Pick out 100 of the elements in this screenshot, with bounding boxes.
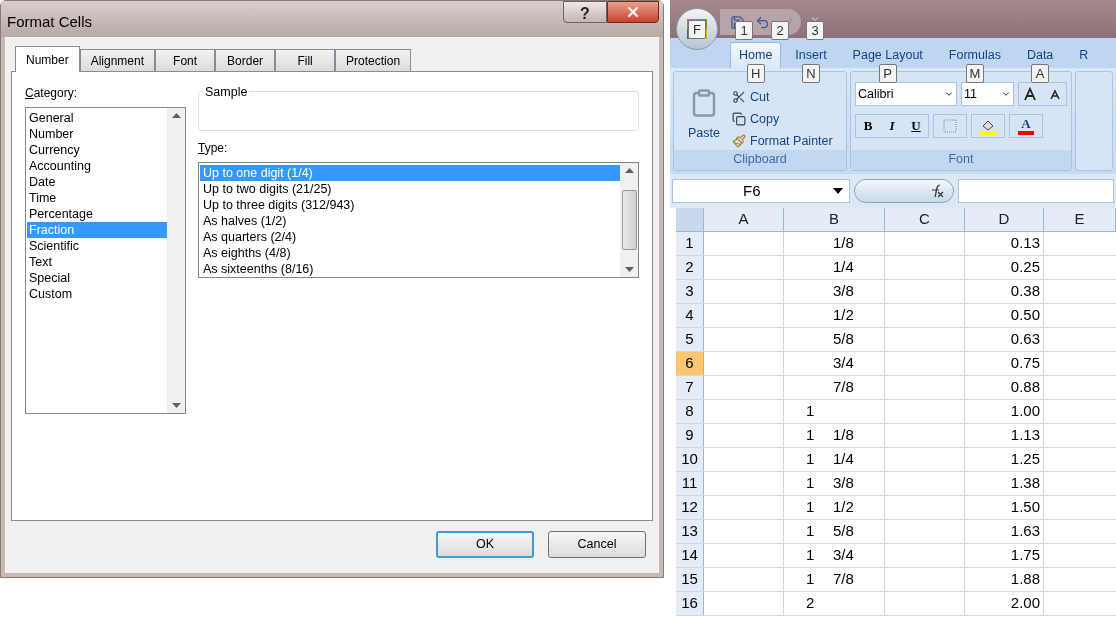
cut-button[interactable]: Cut [732,88,833,107]
category-item[interactable]: Time [27,190,167,206]
category-item[interactable]: General [27,110,167,126]
category-item[interactable]: Currency [27,142,167,158]
category-item[interactable]: Custom [27,286,167,302]
dialog-button[interactable]: OK [436,531,534,558]
group-label: Font [851,150,1071,170]
table-cell: 1.25 [965,448,1044,471]
table-cell: 0.88 [965,376,1044,399]
type-item[interactable]: As quarters (2/4) [200,229,620,245]
underline-button[interactable]: U [904,116,928,136]
category-item[interactable]: Number [27,126,167,142]
format-painter-button[interactable]: Format Painter [732,131,833,151]
font-color-button[interactable]: A [1009,114,1043,138]
scrollbar[interactable] [620,163,638,277]
scroll-thumb[interactable] [621,190,637,250]
type-item[interactable]: As eighths (4/8) [200,245,620,261]
copy-icon [732,112,746,127]
copy-button[interactable]: Copy [732,109,833,129]
column-header[interactable]: E [1044,208,1116,231]
type-item[interactable]: As sixteenths (8/16) [200,261,620,277]
grow-shrink-buttons[interactable] [1018,82,1067,106]
type-item[interactable]: As halves (1/2) [200,213,620,229]
bold-button[interactable]: B [856,116,880,136]
row-header[interactable]: 13 [676,520,704,543]
category-item[interactable]: Scientific [27,238,167,254]
dropdown-icon [944,89,954,99]
row-header[interactable]: 15 [676,568,704,591]
scroll-up-icon[interactable] [624,168,634,173]
font-color-bar [1018,131,1034,135]
ribbon-tab[interactable]: Home [730,42,782,68]
dialog-button[interactable]: Cancel [548,531,646,558]
name-box[interactable]: F6 [672,179,850,203]
row-header[interactable]: 4 [676,304,704,327]
table-cell: 1.50 [965,496,1044,519]
formula-field[interactable] [958,179,1114,203]
help-button[interactable]: ? [563,1,607,23]
dialog-tab[interactable]: Font [155,49,216,71]
table-cell: 0.13 [965,232,1044,255]
scroll-up-icon[interactable] [171,113,181,118]
table-cell: 0.38 [965,280,1044,303]
dialog-tab[interactable]: Protection [335,49,412,71]
dialog-tab[interactable]: Number [15,46,80,72]
table-cell: 1 3/8 [784,472,885,495]
type-item[interactable]: Up to three digits (312/943) [200,197,620,213]
row-header[interactable]: 8 [676,400,704,423]
close-icon [625,4,641,20]
table-cell: 7/8 [784,376,885,399]
row-header[interactable]: 7 [676,376,704,399]
category-item[interactable]: Special [27,270,167,286]
paste-button[interactable]: Paste [680,88,728,151]
row-header[interactable]: 16 [676,592,704,615]
italic-button[interactable]: I [880,116,904,136]
row-header[interactable]: 5 [676,328,704,351]
function-icon [929,184,945,198]
row-header[interactable]: 11 [676,472,704,495]
dialog-tab[interactable]: Border [215,49,276,71]
dialog-tab[interactable]: Alignment [79,49,156,71]
row-header[interactable]: 9 [676,424,704,447]
fill-color-button[interactable] [971,114,1005,138]
table-cell: 0.50 [965,304,1044,327]
table-cell: 5/8 [784,328,885,351]
table-cell: 1 5/8 [784,520,885,543]
font-size-field[interactable]: 11 [961,82,1014,106]
category-item[interactable]: Percentage [27,206,167,222]
dropdown-icon [833,188,843,194]
ribbon-tab[interactable]: R [1071,42,1097,68]
close-button[interactable] [607,1,659,23]
table-cell: 2.00 [965,592,1044,615]
row-header[interactable]: 1 [676,232,704,255]
row-header[interactable]: 12 [676,496,704,519]
row-header[interactable]: 3 [676,280,704,303]
type-item[interactable]: Up to two digits (21/25) [200,181,620,197]
column-header[interactable]: D [965,208,1044,231]
column-header[interactable]: B [784,208,885,231]
row-header[interactable]: 14 [676,544,704,567]
font-name-field[interactable]: Calibri [855,82,957,106]
row-header[interactable]: 6 [676,352,704,375]
row-header[interactable]: 2 [676,256,704,279]
table-cell: 0.75 [965,352,1044,375]
category-item[interactable]: Accounting [27,158,167,174]
keytip-badge: N [801,64,820,83]
scrollbar[interactable] [167,108,185,413]
insert-function-button[interactable] [854,179,954,203]
table-cell: 1.63 [965,520,1044,543]
scroll-down-icon[interactable] [171,403,181,408]
column-header[interactable]: C [885,208,965,231]
column-header[interactable]: A [704,208,784,231]
table-cell: 1 [784,400,885,423]
table-cell: 1.13 [965,424,1044,447]
category-item[interactable]: Text [27,254,167,270]
category-label: Category: [25,85,79,102]
paintbrush-icon [732,133,746,148]
table-cell: 1/4 [784,256,885,279]
row-header[interactable]: 10 [676,448,704,471]
scroll-down-icon[interactable] [624,267,634,272]
table-cell: 1.88 [965,568,1044,591]
table-cell: 1.00 [965,400,1044,423]
category-item[interactable]: Date [27,174,167,190]
dialog-tab[interactable]: Fill [275,49,336,71]
